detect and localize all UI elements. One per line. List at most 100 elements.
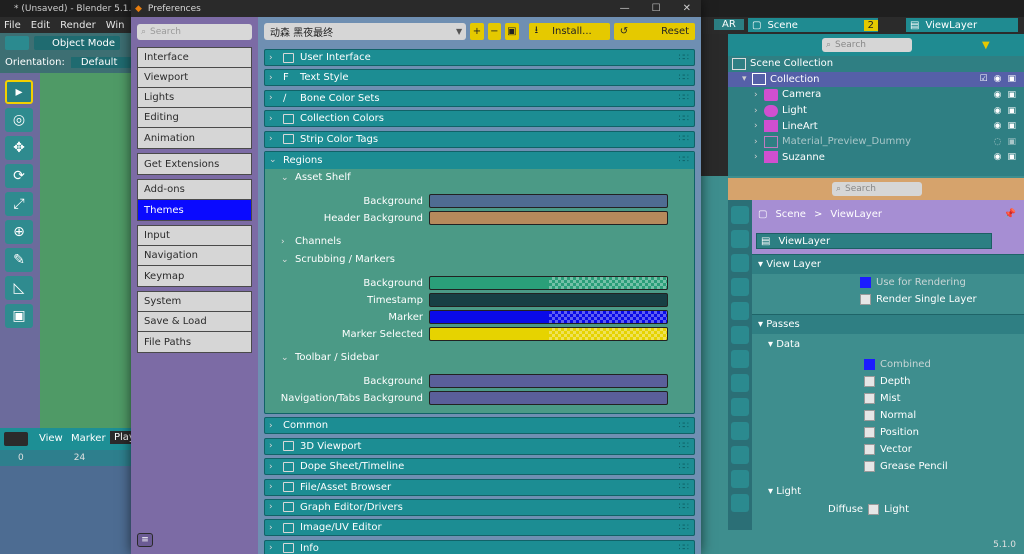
section-common[interactable]: › Common ∷∷ bbox=[264, 417, 695, 435]
outliner-row-light[interactable]: › Light ◉ ▣ bbox=[728, 103, 1024, 119]
timeline-area[interactable]: 0 24 bbox=[0, 450, 132, 554]
minimize-icon[interactable]: — bbox=[620, 3, 630, 14]
sidebar-item-addons[interactable]: Add-ons bbox=[138, 180, 251, 200]
ar-toggle[interactable]: AR bbox=[714, 19, 744, 30]
transform-tool[interactable]: ⊕ bbox=[5, 220, 33, 244]
tab-data[interactable] bbox=[731, 494, 749, 512]
scene-selector[interactable]: ▢ Scene 2 bbox=[748, 18, 878, 32]
pass-vector[interactable]: Vector bbox=[864, 441, 1024, 458]
drag-handle-icon[interactable]: ∷∷ bbox=[679, 543, 690, 553]
viewlayer-name-field[interactable]: ▤ ViewLayer bbox=[756, 233, 992, 249]
editor-type-button[interactable] bbox=[5, 36, 29, 50]
panel-light[interactable]: ▾ Light bbox=[752, 481, 1024, 501]
color-swatch[interactable] bbox=[429, 327, 668, 342]
preferences-search[interactable]: ⌕ Search bbox=[137, 24, 252, 40]
camera-restrict-icon[interactable]: ▣ bbox=[1007, 137, 1016, 147]
drag-handle-icon[interactable]: ∷∷ bbox=[679, 462, 690, 472]
tab-object[interactable] bbox=[731, 374, 749, 392]
tab-physics[interactable] bbox=[731, 446, 749, 464]
drag-handle-icon[interactable]: ∷∷ bbox=[679, 441, 690, 451]
tab-render[interactable] bbox=[731, 230, 749, 248]
move-tool[interactable]: ✥ bbox=[5, 136, 33, 160]
sidebar-item-viewport[interactable]: Viewport bbox=[138, 68, 251, 88]
checkbox-icon[interactable]: ☑ bbox=[980, 74, 988, 84]
section-bone-color-sets[interactable]: › ∕ Bone Color Sets ∷∷ bbox=[264, 89, 695, 107]
menu-window[interactable]: Win bbox=[106, 20, 125, 31]
drag-handle-icon[interactable]: ∷∷ bbox=[679, 93, 690, 103]
sidebar-item-system[interactable]: System bbox=[138, 292, 251, 312]
outliner-search[interactable]: ⌕ Search bbox=[822, 38, 912, 52]
sidebar-item-navigation[interactable]: Navigation bbox=[138, 246, 251, 266]
panel-view-layer[interactable]: ▾ View Layer bbox=[752, 254, 1024, 274]
pin-icon[interactable]: 📌 bbox=[1004, 209, 1016, 220]
save-preset-icon[interactable]: ▣ bbox=[505, 23, 519, 40]
preferences-menu-button[interactable]: ≡ bbox=[137, 533, 153, 547]
add-cube-tool[interactable]: ▣ bbox=[5, 304, 33, 328]
section-user-interface[interactable]: › User Interface ∷∷ bbox=[264, 49, 695, 66]
outliner-row-collection[interactable]: ▾ Collection ☑ ◉ ▣ bbox=[728, 71, 1024, 88]
drag-handle-icon[interactable]: ∷∷ bbox=[679, 502, 690, 512]
tab-output[interactable] bbox=[731, 254, 749, 272]
eye-hidden-icon[interactable]: ◌ bbox=[994, 137, 1002, 147]
camera-restrict-icon[interactable]: ▣ bbox=[1007, 90, 1016, 100]
tab-scene[interactable] bbox=[731, 302, 749, 320]
outliner-row-lineart[interactable]: › LineArt ◉ ▣ bbox=[728, 118, 1024, 134]
reset-button[interactable]: ↺ Reset bbox=[613, 23, 696, 40]
section-regions[interactable]: ⌄ Regions ∷∷ bbox=[265, 151, 694, 169]
drag-handle-icon[interactable]: ∷∷ bbox=[679, 73, 690, 83]
sidebar-item-lights[interactable]: Lights bbox=[138, 88, 251, 108]
menu-file[interactable]: File bbox=[4, 20, 21, 31]
drag-handle-icon[interactable]: ∷∷ bbox=[679, 134, 690, 144]
rotate-tool[interactable]: ⟳ bbox=[5, 164, 33, 188]
timeline-editor-type[interactable] bbox=[4, 432, 28, 446]
color-swatch[interactable] bbox=[429, 310, 668, 325]
section-3d-viewport[interactable]: › 3D Viewport ∷∷ bbox=[264, 437, 695, 455]
section-text-style[interactable]: › F Text Style ∷∷ bbox=[264, 69, 695, 87]
section-image-editor[interactable]: › Image/UV Editor ∷∷ bbox=[264, 519, 695, 537]
tab-constraints[interactable] bbox=[731, 470, 749, 488]
color-swatch[interactable] bbox=[429, 211, 668, 226]
tab-particles[interactable] bbox=[731, 422, 749, 440]
pass-normal[interactable]: Normal bbox=[864, 407, 1024, 424]
section-dope-sheet[interactable]: › Dope Sheet/Timeline ∷∷ bbox=[264, 458, 695, 476]
eye-icon[interactable]: ◉ bbox=[994, 106, 1002, 116]
camera-restrict-icon[interactable]: ▣ bbox=[1007, 74, 1016, 84]
pass-mist[interactable]: Mist bbox=[864, 390, 1024, 407]
sidebar-item-interface[interactable]: Interface bbox=[138, 48, 251, 68]
close-icon[interactable]: ✕ bbox=[683, 3, 691, 14]
use-for-rendering-checkbox[interactable]: Use for Rendering bbox=[752, 274, 1024, 291]
outliner-row-material-preview[interactable]: › Material_Preview_Dummy ◌ ▣ bbox=[728, 134, 1024, 150]
remove-preset-button[interactable]: − bbox=[487, 23, 502, 40]
eye-icon[interactable]: ◉ bbox=[994, 90, 1002, 100]
pass-position[interactable]: Position bbox=[864, 424, 1024, 441]
color-swatch[interactable] bbox=[429, 194, 668, 209]
sidebar-item-input[interactable]: Input bbox=[138, 226, 251, 246]
sidebar-item-themes[interactable]: Themes bbox=[138, 200, 251, 220]
color-swatch[interactable] bbox=[429, 276, 668, 291]
pass-grease-pencil[interactable]: Grease Pencil bbox=[864, 458, 1024, 475]
sidebar-item-file-paths[interactable]: File Paths bbox=[138, 332, 251, 352]
section-graph-editor[interactable]: › Graph Editor/Drivers ∷∷ bbox=[264, 498, 695, 516]
render-single-layer-checkbox[interactable]: Render Single Layer bbox=[752, 291, 1024, 308]
drag-handle-icon[interactable]: ∷∷ bbox=[679, 114, 690, 124]
color-swatch[interactable] bbox=[429, 391, 668, 406]
sidebar-item-save-load[interactable]: Save & Load bbox=[138, 312, 251, 332]
panel-passes[interactable]: ▾ Passes bbox=[752, 314, 1024, 334]
tab-tool[interactable] bbox=[731, 206, 749, 224]
section-info[interactable]: › Info ∷∷ bbox=[264, 539, 695, 554]
pass-combined[interactable]: Combined bbox=[864, 356, 1024, 373]
drag-handle-icon[interactable]: ∷∷ bbox=[679, 155, 690, 165]
viewlayer-selector[interactable]: ▤ ViewLayer bbox=[906, 18, 1018, 32]
add-preset-button[interactable]: + bbox=[470, 23, 484, 40]
tab-collection[interactable] bbox=[731, 350, 749, 368]
outliner-row-camera[interactable]: › Camera ◉ ▣ bbox=[728, 87, 1024, 103]
diffuse-light-checkbox[interactable]: Diffuse Light bbox=[752, 501, 1024, 518]
section-file-browser[interactable]: › File/Asset Browser ∷∷ bbox=[264, 478, 695, 496]
mode-dropdown[interactable]: Object Mode bbox=[34, 36, 120, 50]
color-swatch[interactable] bbox=[429, 293, 668, 308]
drag-handle-icon[interactable]: ∷∷ bbox=[679, 523, 690, 533]
install-button[interactable]: ⭳ Install... bbox=[528, 23, 610, 40]
drag-handle-icon[interactable]: ∷∷ bbox=[679, 53, 690, 63]
drag-handle-icon[interactable]: ∷∷ bbox=[679, 482, 690, 492]
timeline-marker-menu[interactable]: Marker bbox=[71, 433, 106, 444]
